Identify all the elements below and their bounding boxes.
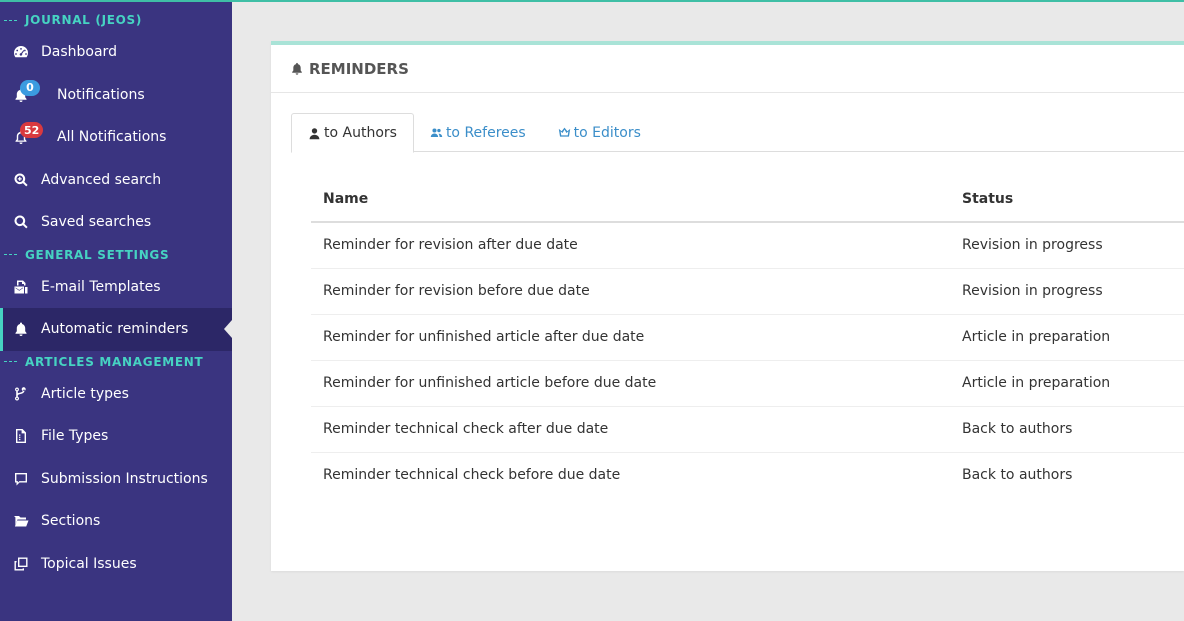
sidebar-item-email-templates[interactable]: E-mail Templates bbox=[0, 266, 232, 309]
reminder-status: Revision in progress bbox=[950, 222, 1184, 269]
table-header-row: Name Status bbox=[311, 176, 1184, 223]
top-accent-line bbox=[0, 0, 1184, 2]
sidebar: JOURNAL (JEOS) Dashboard 0 Notifications… bbox=[0, 0, 232, 621]
reminder-name: Reminder technical check before due date bbox=[323, 467, 621, 484]
bell-icon bbox=[292, 62, 302, 75]
reminder-name: Reminder for revision before due date bbox=[311, 268, 950, 315]
tab-to-editors[interactable]: to Editors bbox=[542, 113, 657, 152]
sidebar-item-advanced-search[interactable]: Advanced search bbox=[0, 159, 232, 202]
copy-icon bbox=[12, 555, 30, 573]
reminder-name: Reminder for unfinished article before d… bbox=[311, 360, 950, 407]
sidebar-item-file-types[interactable]: File Types bbox=[0, 415, 232, 458]
panel-header: REMINDERS bbox=[271, 45, 1184, 93]
tab-to-authors[interactable]: to Authors bbox=[291, 113, 414, 153]
sidebar-item-notifications[interactable]: 0 Notifications bbox=[0, 74, 232, 117]
reminders-table: Name Status Reminder for revision after … bbox=[311, 176, 1184, 498]
reminders-panel: REMINDERS to Authors to Referees to Edit… bbox=[271, 41, 1184, 571]
code-branch-icon bbox=[12, 385, 30, 403]
file-icon bbox=[12, 427, 30, 445]
reminder-name: Reminder technical check after due date bbox=[311, 406, 950, 453]
dashboard-icon bbox=[12, 43, 30, 61]
sidebar-item-automatic-reminders[interactable]: Automatic reminders bbox=[0, 308, 232, 351]
table-row[interactable]: Reminder technical check before due date… bbox=[311, 452, 1184, 498]
table-row[interactable]: Reminder for revision before due date Re… bbox=[311, 268, 1184, 315]
email-templates-icon bbox=[12, 278, 30, 296]
reminder-tabs: to Authors to Referees to Editors bbox=[291, 113, 1184, 153]
sidebar-item-article-types[interactable]: Article types bbox=[0, 373, 232, 416]
sidebar-item-all-notifications[interactable]: 52 All Notifications bbox=[0, 116, 232, 159]
crown-icon bbox=[558, 127, 570, 137]
reminder-status: Back to authors bbox=[962, 467, 1073, 484]
sidebar-item-sections[interactable]: Sections bbox=[0, 500, 232, 543]
reminder-status: Article in preparation bbox=[950, 360, 1184, 407]
sidebar-section-articles-management: ARTICLES MANAGEMENT bbox=[0, 351, 232, 373]
column-header-status: Status bbox=[950, 176, 1184, 223]
sidebar-item-submission-instructions[interactable]: Submission Instructions bbox=[0, 458, 232, 501]
folder-open-icon bbox=[12, 512, 30, 530]
column-header-name: Name bbox=[311, 176, 950, 223]
reminder-name: Reminder for revision after due date bbox=[311, 222, 950, 269]
reminder-status: Revision in progress bbox=[950, 268, 1184, 315]
search-plus-icon bbox=[12, 171, 30, 189]
comment-icon bbox=[12, 470, 30, 488]
bell-icon bbox=[12, 320, 30, 338]
sidebar-item-saved-searches[interactable]: Saved searches bbox=[0, 201, 232, 244]
users-icon bbox=[430, 128, 443, 137]
user-icon bbox=[309, 127, 320, 139]
table-row[interactable]: Reminder technical check after due date … bbox=[311, 406, 1184, 453]
reminder-status: Article in preparation bbox=[950, 314, 1184, 361]
sidebar-item-dashboard[interactable]: Dashboard bbox=[0, 31, 232, 74]
table-row[interactable]: Reminder for unfinished article after du… bbox=[311, 314, 1184, 361]
reminder-status: Back to authors bbox=[950, 406, 1184, 453]
sidebar-item-topical-issues[interactable]: Topical Issues bbox=[0, 543, 232, 586]
search-icon bbox=[12, 213, 30, 231]
table-row[interactable]: Reminder for revision after due date Rev… bbox=[311, 222, 1184, 269]
sidebar-section-general-settings: GENERAL SETTINGS bbox=[0, 244, 232, 266]
table-row[interactable]: Reminder for unfinished article before d… bbox=[311, 360, 1184, 407]
all-notifications-count-badge: 52 bbox=[20, 122, 44, 138]
sidebar-section-journal: JOURNAL (JEOS) bbox=[0, 9, 232, 31]
tab-to-referees[interactable]: to Referees bbox=[414, 113, 542, 152]
notifications-count-badge: 0 bbox=[20, 79, 40, 96]
panel-title: REMINDERS bbox=[309, 59, 409, 78]
reminder-name: Reminder for unfinished article after du… bbox=[311, 314, 950, 361]
